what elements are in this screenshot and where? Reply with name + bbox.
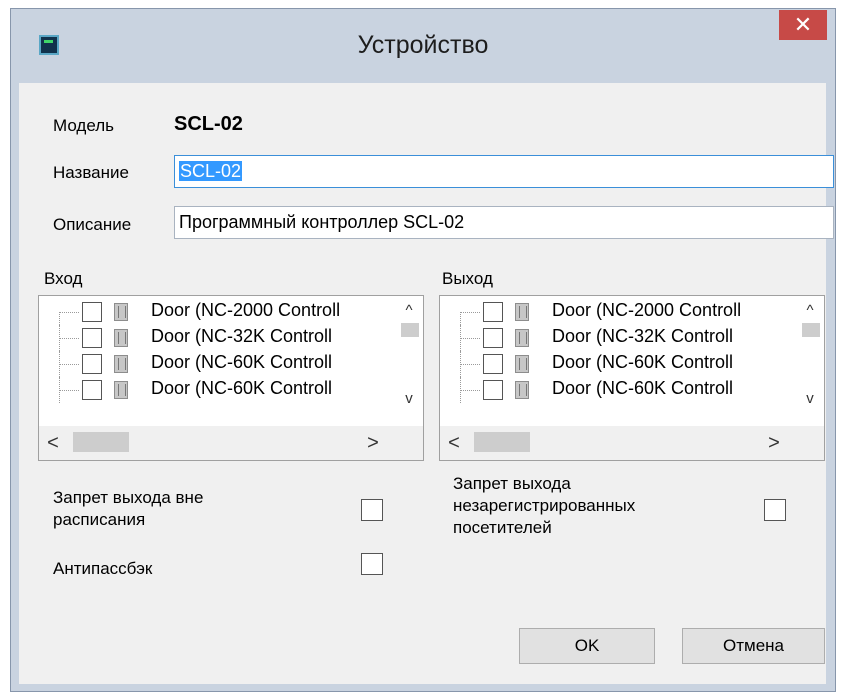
scroll-right-icon[interactable]: > <box>361 432 385 455</box>
description-label: Описание <box>53 215 132 234</box>
scroll-up-icon[interactable]: ^ <box>796 302 824 319</box>
door-icon <box>114 381 128 399</box>
list-item[interactable]: Door (NC-2000 Controll <box>440 299 795 325</box>
door-icon <box>515 303 529 321</box>
deny-exit-unregistered-checkbox[interactable] <box>764 499 786 521</box>
vertical-scrollbar[interactable]: ^ v <box>395 296 423 426</box>
checkbox[interactable] <box>483 354 503 374</box>
name-field-value: SCL-02 <box>179 161 243 181</box>
cancel-button[interactable]: Отмена <box>682 628 825 664</box>
list-item[interactable]: Door (NC-2000 Controll <box>39 299 394 325</box>
checkbox[interactable] <box>82 328 102 348</box>
scroll-down-icon[interactable]: v <box>796 390 824 407</box>
title-bar: Устройство ✕ <box>11 9 835 83</box>
door-icon <box>114 303 128 321</box>
deny-exit-unregistered-label: Запрет выхода незарегистрированных посет… <box>453 474 636 537</box>
output-list[interactable]: Door (NC-2000 Controll Door (NC-32K Cont… <box>439 295 825 461</box>
input-list[interactable]: Door (NC-2000 Controll Door (NC-32K Cont… <box>38 295 424 461</box>
list-item[interactable]: Door (NC-60K Controll <box>39 377 394 403</box>
list-item[interactable]: Door (NC-60K Controll <box>440 351 795 377</box>
horizontal-scrollbar[interactable]: < > <box>440 426 824 460</box>
name-field[interactable]: SCL-02 <box>174 155 834 188</box>
list-item[interactable]: Door (NC-60K Controll <box>39 351 394 377</box>
checkbox[interactable] <box>483 380 503 400</box>
checkbox[interactable] <box>82 354 102 374</box>
dialog-title: Устройство <box>357 31 489 59</box>
antipassback-label: Антипассбэк <box>53 559 153 578</box>
scroll-up-icon[interactable]: ^ <box>395 302 423 319</box>
scroll-left-icon[interactable]: < <box>41 432 65 455</box>
model-label: Модель <box>53 116 115 135</box>
scroll-left-icon[interactable]: < <box>442 432 466 455</box>
horizontal-scrollbar[interactable]: < > <box>39 426 423 460</box>
door-icon <box>114 355 128 373</box>
list-item[interactable]: Door (NC-32K Controll <box>440 325 795 351</box>
vertical-scrollbar[interactable]: ^ v <box>796 296 824 426</box>
deny-exit-outside-schedule-checkbox[interactable] <box>361 499 383 521</box>
scroll-thumb[interactable] <box>401 323 419 337</box>
scroll-thumb[interactable] <box>802 323 820 337</box>
dialog-body: Модель SCL-02 Название SCL-02 Описание П… <box>19 83 834 684</box>
door-icon <box>114 329 128 347</box>
device-dialog: Устройство ✕ Модель SCL-02 Название SCL-… <box>10 8 836 692</box>
model-value: SCL-02 <box>174 113 243 135</box>
ok-button[interactable]: OK <box>519 628 655 664</box>
door-icon <box>515 329 529 347</box>
checkbox[interactable] <box>483 302 503 322</box>
deny-exit-outside-schedule-label: Запрет выхода вне расписания <box>53 488 204 529</box>
list-item[interactable]: Door (NC-32K Controll <box>39 325 394 351</box>
checkbox[interactable] <box>483 328 503 348</box>
list-item[interactable]: Door (NC-60K Controll <box>440 377 795 403</box>
checkbox[interactable] <box>82 380 102 400</box>
scroll-thumb[interactable] <box>474 432 530 452</box>
door-icon <box>515 381 529 399</box>
close-button[interactable]: ✕ <box>779 10 827 40</box>
checkbox[interactable] <box>82 302 102 322</box>
output-label: Выход <box>442 269 493 288</box>
description-field[interactable]: Программный контроллер SCL-02 <box>174 206 834 239</box>
scroll-down-icon[interactable]: v <box>395 390 423 407</box>
door-icon <box>515 355 529 373</box>
input-label: Вход <box>44 269 83 288</box>
scroll-right-icon[interactable]: > <box>762 432 786 455</box>
antipassback-checkbox[interactable] <box>361 553 383 575</box>
scroll-thumb[interactable] <box>73 432 129 452</box>
name-label: Название <box>53 163 129 182</box>
